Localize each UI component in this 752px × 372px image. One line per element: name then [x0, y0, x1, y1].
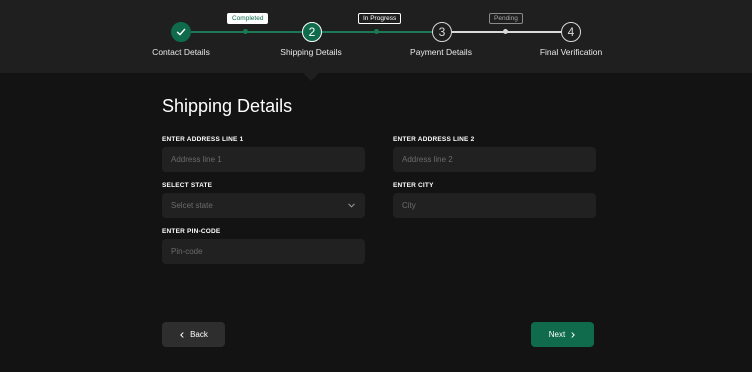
back-button[interactable]: Back — [162, 322, 225, 347]
status-badge-in-progress: In Progress — [358, 13, 402, 24]
page-title: Shipping Details — [162, 96, 293, 116]
city-input[interactable] — [393, 193, 596, 218]
back-button-label: Back — [190, 330, 208, 339]
address-line-2-input[interactable] — [393, 147, 596, 172]
pincode-label: ENTER PIN-CODE — [162, 228, 221, 235]
connector-dot-completed — [243, 29, 248, 34]
state-select[interactable]: Selcet state — [162, 193, 365, 218]
step-2-label: Shipping Details — [280, 47, 342, 57]
step-3-number: 3 — [438, 25, 446, 39]
step-1-label: Contact Details — [152, 47, 210, 57]
next-button[interactable]: Next — [531, 322, 594, 347]
current-step-pointer — [303, 73, 319, 81]
chevron-down-icon — [348, 203, 355, 208]
step-2-node[interactable]: 2 — [302, 22, 322, 42]
step-4-number: 4 — [567, 25, 575, 39]
check-icon — [176, 28, 186, 36]
step-4-label: Final Verification — [539, 47, 603, 57]
chevron-left-icon — [180, 331, 184, 338]
connector-dot-in-progress — [374, 29, 379, 34]
pincode-input[interactable] — [162, 239, 365, 264]
state-label: SELECT STATE — [162, 182, 213, 189]
chevron-right-icon — [571, 331, 575, 338]
address-line-2-label: ENTER ADDRESS LINE 2 — [393, 136, 475, 143]
address-line-1-input[interactable] — [162, 147, 365, 172]
status-badge-completed: Completed — [227, 13, 269, 24]
step-3-label: Payment Details — [410, 47, 472, 57]
connector-dot-pending — [503, 29, 508, 34]
next-button-label: Next — [548, 330, 566, 339]
step-1-node[interactable] — [171, 22, 191, 42]
state-select-value: Selcet state — [171, 201, 213, 210]
status-badge-pending: Pending — [489, 13, 523, 24]
city-label: ENTER CITY — [393, 182, 434, 189]
step-4-node[interactable]: 4 — [561, 22, 581, 42]
progress-stepper: Completed In Progress Pending 2 3 4 Cont… — [0, 0, 752, 73]
step-3-node[interactable]: 3 — [432, 22, 452, 42]
address-line-1-label: ENTER ADDRESS LINE 1 — [162, 136, 244, 143]
step-2-number: 2 — [308, 25, 316, 39]
